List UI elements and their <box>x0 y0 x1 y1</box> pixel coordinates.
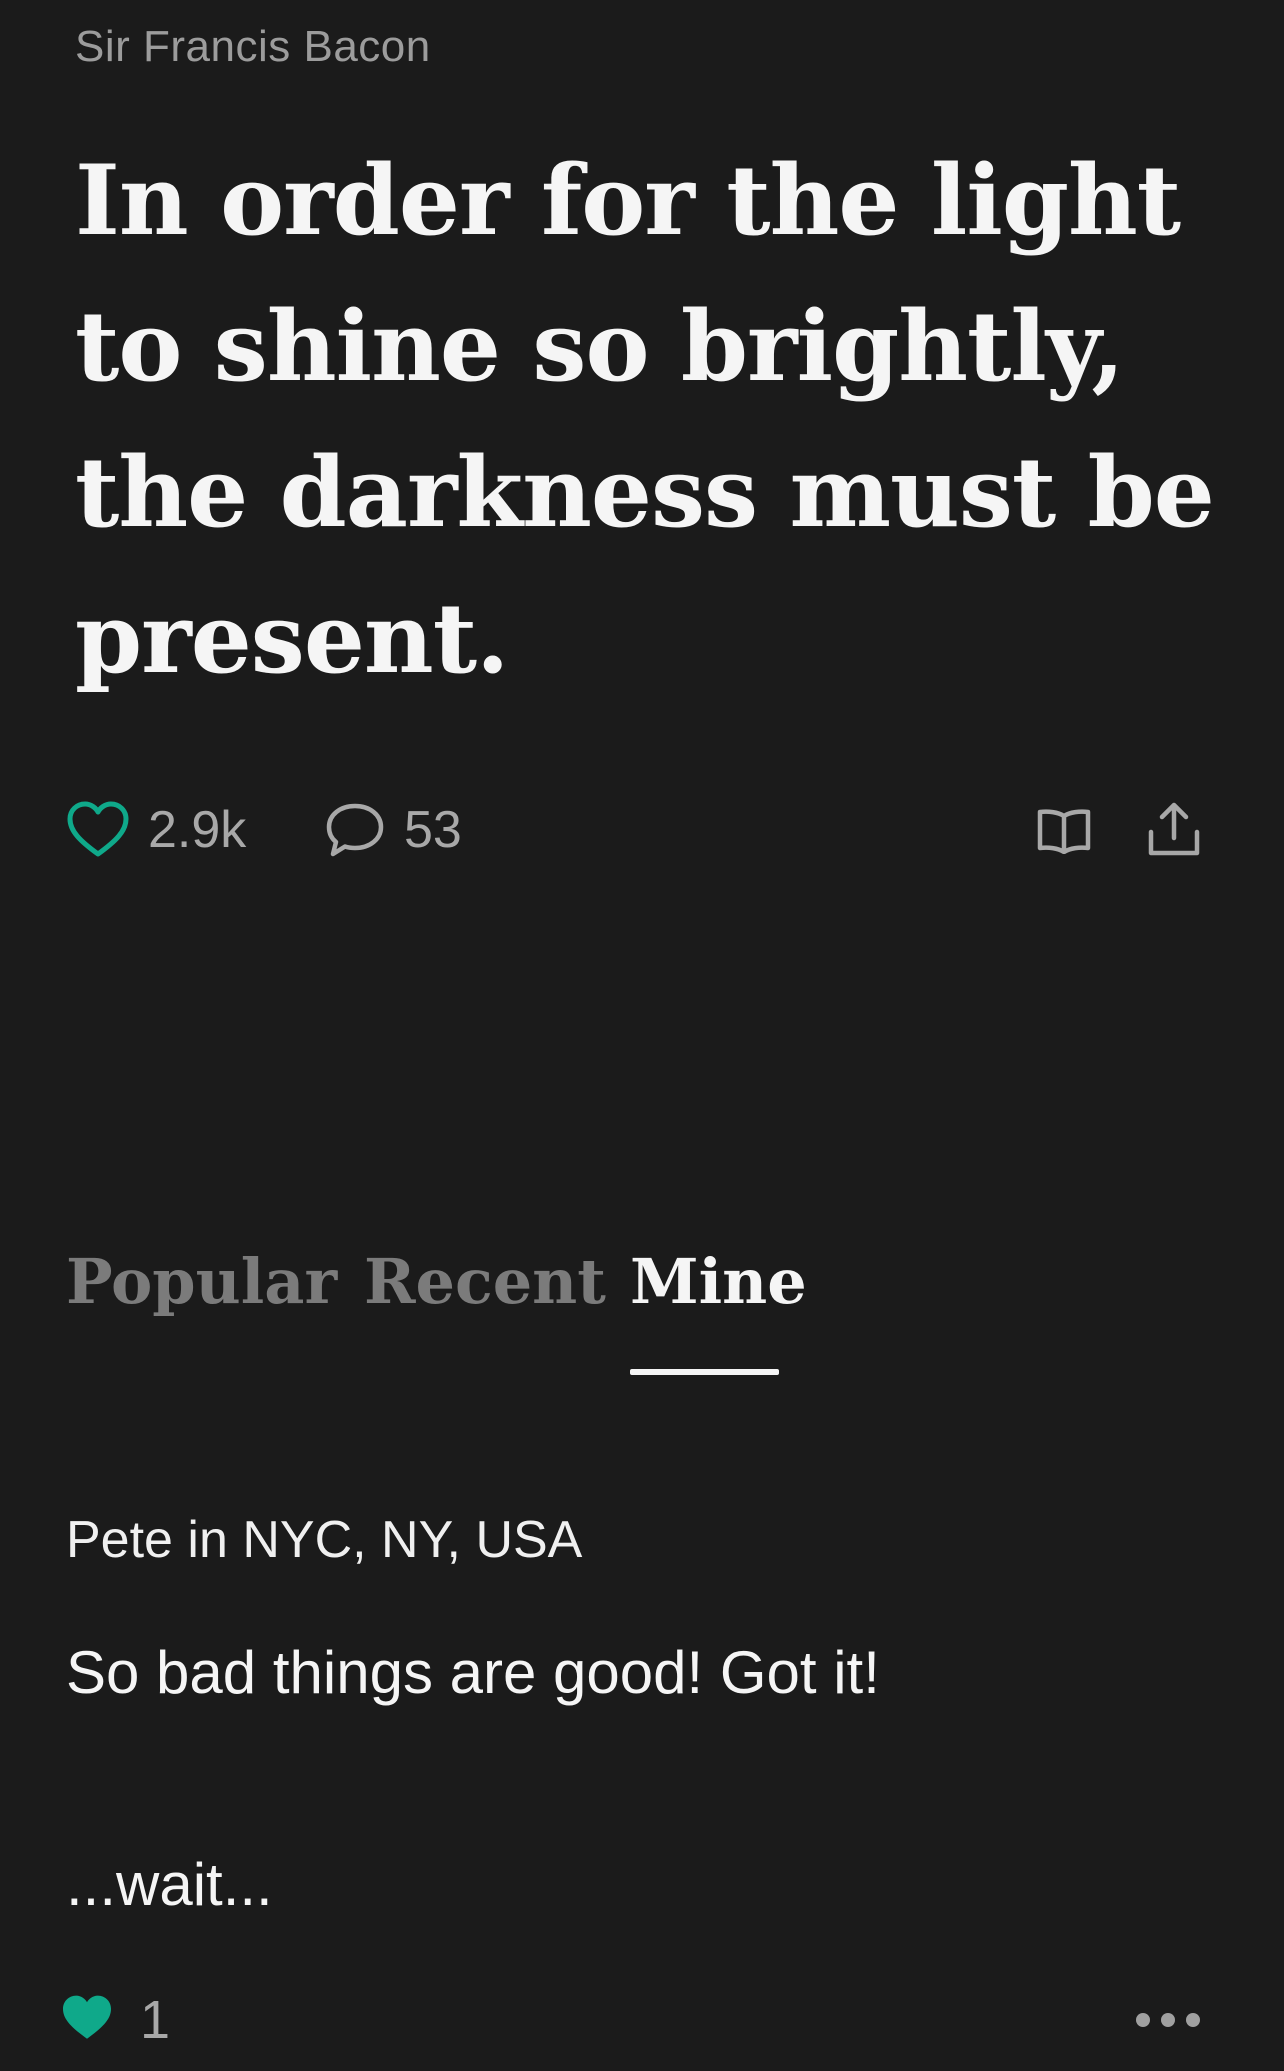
comment-item: Pete in NYC, NY, USA So bad things are g… <box>66 1505 1216 1925</box>
more-dots-icon <box>1136 2013 1200 2027</box>
quote-text: In order for the light to shine so brigh… <box>75 144 1215 695</box>
comment-line: ...wait... <box>66 1851 273 1918</box>
speech-bubble-icon <box>324 801 386 859</box>
more-options-button[interactable] <box>1136 2005 1200 2035</box>
comment-line: So bad things are good! Got it! <box>66 1639 880 1706</box>
comment-like-button[interactable]: 1 <box>60 1985 170 2055</box>
share-upload-icon <box>1146 802 1202 858</box>
comment-like-count: 1 <box>140 1990 171 2050</box>
read-button[interactable] <box>1036 790 1092 870</box>
quote-action-bar: 2.9k 53 <box>66 790 1206 870</box>
comment-count: 53 <box>404 801 462 859</box>
comment-tabs: Popular Recent Mine <box>66 1245 966 1385</box>
tab-mine[interactable]: Mine <box>630 1245 807 1318</box>
like-count: 2.9k <box>148 801 247 859</box>
share-button[interactable] <box>1146 790 1202 870</box>
quote-author[interactable]: Sir Francis Bacon <box>75 22 431 72</box>
heart-outline-icon <box>66 801 130 859</box>
comment-button[interactable]: 53 <box>324 790 462 870</box>
tab-popular[interactable]: Popular <box>66 1245 337 1318</box>
tab-recent[interactable]: Recent <box>364 1245 606 1318</box>
comment-footer: 1 <box>60 1985 1210 2055</box>
heart-filled-icon <box>60 1994 114 2047</box>
comment-author[interactable]: Pete in NYC, NY, USA <box>66 1505 1216 1575</box>
like-button[interactable]: 2.9k <box>66 790 246 870</box>
open-book-icon <box>1036 806 1092 854</box>
active-tab-indicator <box>630 1369 779 1375</box>
comment-body: So bad things are good! Got it! ...wait.… <box>66 1633 1216 1925</box>
